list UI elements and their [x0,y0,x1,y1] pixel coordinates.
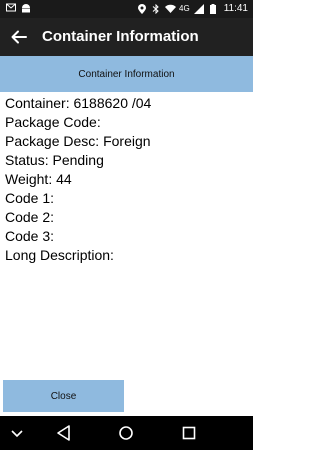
detail-label: Package Desc: [5,133,100,149]
nav-back-icon[interactable] [53,423,75,443]
detail-status: Status: Pending [5,151,250,170]
wifi-icon [165,4,177,14]
recents-icon[interactable] [178,423,200,443]
mail-icon [6,3,16,13]
section-header: Container Information [0,56,253,92]
signal-icon [193,3,204,14]
back-button[interactable] [8,26,30,48]
section-header-label: Container Information [78,68,175,80]
detail-package-code: Package Code: [5,113,250,132]
home-icon[interactable] [115,423,137,443]
location-icon [137,3,147,14]
detail-value: 6188620 /04 [73,95,152,111]
app-bar: Container Information [0,18,253,56]
detail-container: Container: 6188620 /04 [5,94,250,113]
bluetooth-icon [151,3,161,14]
detail-weight: Weight: 44 [5,170,250,189]
detail-package-desc: Package Desc: Foreign [5,132,250,151]
detail-label: Long Description: [5,247,114,263]
detail-code-3: Code 3: [5,227,250,246]
detail-label: Status: [5,152,49,168]
detail-value: Foreign [103,133,151,149]
navigation-bar [0,416,253,450]
detail-code-2: Code 2: [5,208,250,227]
detail-value: 44 [56,171,72,187]
close-button[interactable]: Close [3,380,124,412]
arrow-back-icon [8,30,30,52]
detail-value: Pending [52,152,104,168]
status-time: 11:41 [223,3,248,14]
page-title: Container Information [42,28,199,45]
detail-label: Weight: [5,171,53,187]
status-bar: 4G 11:41 [0,0,253,18]
battery-icon [208,3,218,14]
detail-long-description: Long Description: [5,246,250,265]
status-right: 4G 11:41 [137,3,248,14]
detail-label: Code 2: [5,209,55,225]
detail-label: Package Code: [5,114,101,130]
detail-label: Code 3: [5,228,55,244]
container-details: Container: 6188620 /04 Package Code: Pac… [5,94,250,265]
network-type: 4G [179,3,190,13]
android-icon [21,3,31,13]
detail-code-1: Code 1: [5,189,250,208]
detail-label: Container: [5,95,70,111]
chevron-down-icon[interactable] [6,423,28,443]
detail-label: Code 1: [5,190,55,206]
status-left [6,3,31,13]
